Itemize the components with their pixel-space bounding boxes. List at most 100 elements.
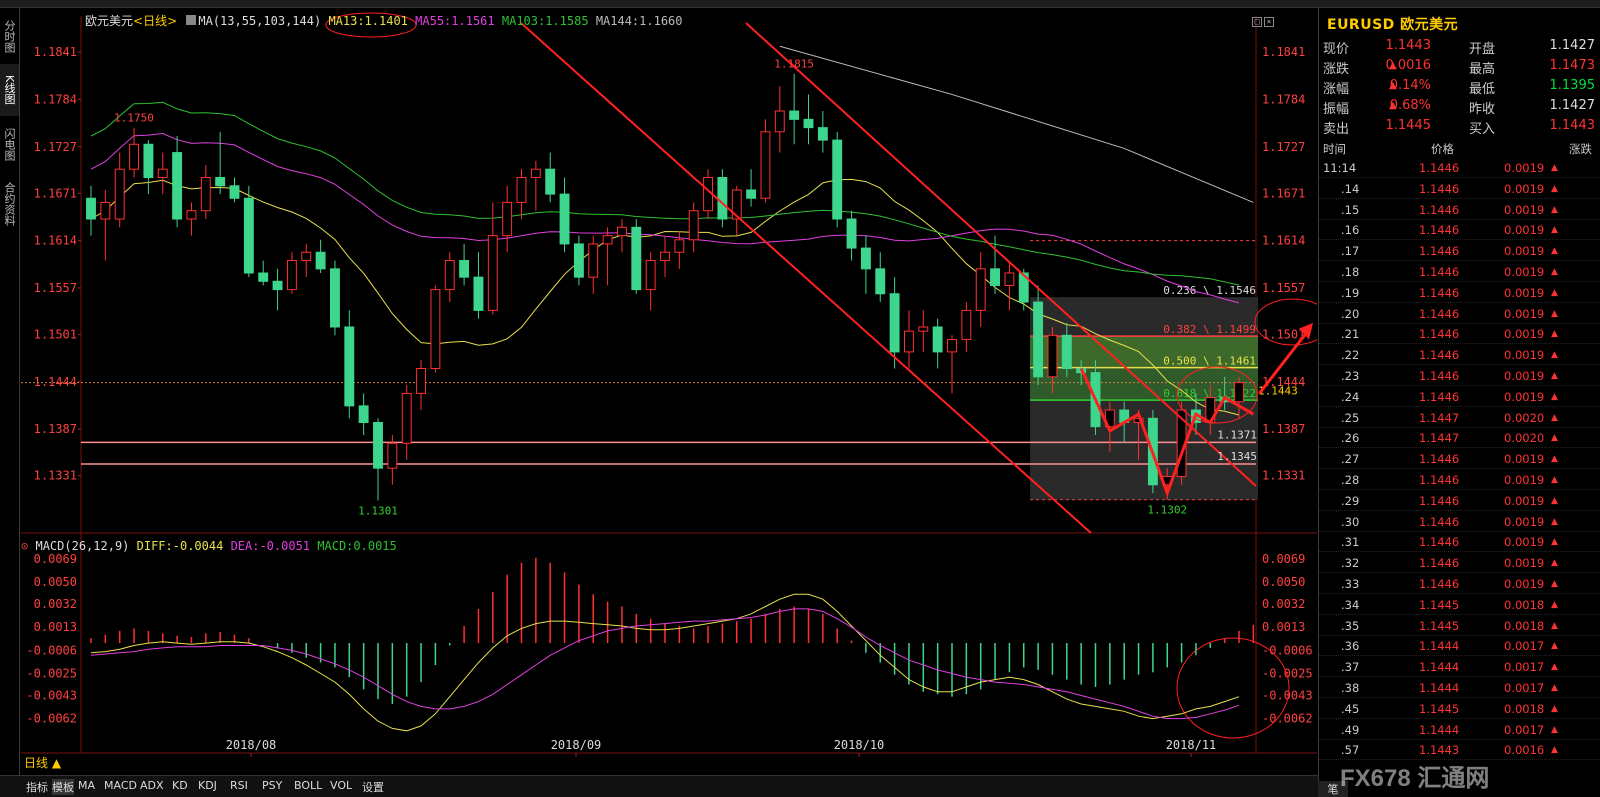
candle-down (172, 152, 183, 220)
tick-row[interactable]: .25 1.1447 0.0020 ▲ (1319, 408, 1600, 428)
candle-up (904, 330, 914, 353)
tick-time: .22 (1341, 348, 1360, 363)
ma144-value: MA144:1.1660 (595, 14, 683, 28)
indicator-tab-4[interactable]: ADX (140, 779, 164, 792)
quote-label: 最高 (1469, 62, 1496, 77)
tab-contract-info[interactable]: 合约资料 (0, 172, 19, 236)
ma-settings-icon[interactable] (186, 15, 197, 25)
candle-down (545, 168, 556, 195)
candle-up (444, 260, 455, 291)
chart-canvas[interactable]: 1.1841 1.1841 1.1784 1.1784 1.1727 1.1727 1.16… (21, 8, 1317, 775)
tick-price: 1.1445 (1419, 618, 1460, 633)
candle-down (258, 272, 269, 282)
tick-row[interactable]: 11:14 1.1446 0.0019 ▲ (1319, 158, 1600, 178)
candle-up (961, 309, 972, 340)
ma-params: MA(13,55,103,144) (198, 14, 322, 28)
y-tick-right: 1.1614 (1262, 234, 1305, 248)
chart-close-icon[interactable]: × (1264, 17, 1274, 27)
tick-row[interactable]: .15 1.1446 0.0019 ▲ (1319, 200, 1600, 220)
indicator-tab-6[interactable]: KDJ (198, 779, 217, 792)
indicator-tab-11[interactable]: 设置 (362, 779, 384, 795)
macd-y-tick-right: 0.0013 (1262, 620, 1305, 634)
y-tick-left: 1.1841 (34, 45, 77, 59)
tick-price: 1.1444 (1419, 660, 1460, 675)
tick-row[interactable]: .22 1.1446 0.0019 ▲ (1319, 345, 1600, 366)
indicator-tab-3[interactable]: MACD (104, 779, 137, 792)
tick-row[interactable]: .33 1.1446 0.0019 ▲ (1319, 574, 1600, 594)
tick-row[interactable]: .21 1.1446 0.0019 ▲ (1319, 324, 1600, 345)
tick-row[interactable]: .34 1.1445 0.0018 ▲ (1319, 595, 1600, 615)
tick-row[interactable]: .30 1.1446 0.0019 ▲ (1319, 512, 1600, 532)
tick-row[interactable]: .37 1.1444 0.0017 ▲ (1319, 657, 1600, 678)
period-selector[interactable]: 日线 ▲ (24, 754, 61, 771)
quote-row: 现价 1.1443 开盘 1.1427 (1319, 38, 1600, 58)
tick-row[interactable]: .49 1.1444 0.0017 ▲ (1319, 720, 1600, 740)
candle-down (358, 405, 369, 423)
up-arrow-icon: ▲ (1551, 662, 1558, 673)
candle-up (114, 168, 125, 220)
tick-row[interactable]: .27 1.1446 0.0019 ▲ (1319, 449, 1600, 470)
y-tick-right: 1.1331 (1262, 469, 1305, 483)
tick-change: 0.0017 (1504, 639, 1545, 654)
tick-time: .31 (1341, 535, 1360, 550)
indicator-tab-2[interactable]: MA (78, 779, 95, 792)
indicator-tab-10[interactable]: VOL (330, 779, 352, 792)
tick-change: 0.0018 (1504, 597, 1545, 612)
up-arrow-icon: ▲ (1551, 163, 1558, 173)
candle-up (1004, 272, 1015, 286)
candle-down (875, 268, 886, 295)
tab-kline-chart[interactable]: K线图 (0, 64, 19, 116)
candle-up (100, 201, 111, 220)
y-tick-left: 1.1444 (34, 375, 77, 389)
tab-flash-chart[interactable]: 闪电图 (0, 118, 19, 170)
tick-row[interactable]: .29 1.1446 0.0019 ▲ (1319, 491, 1600, 511)
tick-change: 0.0019 (1504, 452, 1545, 467)
indicator-tab-8[interactable]: PSY (262, 779, 282, 792)
indicator-tab-7[interactable]: RSI (230, 779, 248, 792)
tick-row[interactable]: .19 1.1446 0.0019 ▲ (1319, 283, 1600, 303)
tick-row[interactable]: .18 1.1446 0.0019 ▲ (1319, 262, 1600, 282)
tick-row[interactable]: .24 1.1446 0.0019 ▲ (1319, 387, 1600, 407)
up-arrow-icon: ▲ (1551, 558, 1558, 569)
candle-down (143, 143, 154, 178)
macd-y-tick-right: 0.0032 (1262, 597, 1305, 611)
quote-value: 1.1427 (1549, 98, 1596, 113)
x-axis-label: 2018/10 (834, 738, 885, 752)
candle-down (846, 218, 857, 249)
tick-row[interactable]: .23 1.1446 0.0019 ▲ (1319, 366, 1600, 386)
macd-y-tick-left: 0.0069 (34, 552, 77, 566)
tick-change: 0.0018 (1504, 618, 1545, 633)
tick-price: 1.1445 (1419, 597, 1460, 612)
tick-change: 0.0020 (1504, 410, 1545, 425)
tick-row[interactable]: .28 1.1446 0.0019 ▲ (1319, 470, 1600, 490)
indicator-tab-9[interactable]: BOLL (294, 779, 322, 792)
tick-price: 1.1446 (1419, 389, 1460, 404)
up-arrow-icon: ▲ (1551, 267, 1558, 277)
y-tick-left: 1.1727 (34, 140, 77, 154)
tick-row[interactable]: .38 1.1444 0.0017 ▲ (1319, 678, 1600, 698)
kline-chart-area[interactable]: 1.1841 1.1841 1.1784 1.1784 1.1727 1.1727 1.16… (21, 8, 1317, 775)
macd-settings-icon[interactable]: ⊙ (21, 539, 28, 553)
tick-time: .45 (1341, 701, 1360, 716)
tick-row[interactable]: .45 1.1445 0.0018 ▲ (1319, 699, 1600, 719)
indicator-tab-5[interactable]: KD (172, 779, 188, 792)
instrument-name: 欧元美元 (85, 14, 134, 28)
tick-row[interactable]: .35 1.1445 0.0018 ▲ (1319, 616, 1600, 636)
quote-value: 1.1443 (1385, 38, 1432, 53)
tick-row[interactable]: .14 1.1446 0.0019 ▲ (1319, 179, 1600, 199)
up-arrow-icon: ▲ (1551, 495, 1558, 506)
tick-row[interactable]: .31 1.1446 0.0019 ▲ (1319, 532, 1600, 553)
tick-row[interactable]: .36 1.1444 0.0017 ▲ (1319, 636, 1600, 657)
price-label: 1.1302 (1147, 504, 1187, 517)
tab-time-chart[interactable]: 分时图 (0, 10, 19, 62)
tick-row[interactable]: .32 1.1446 0.0019 ▲ (1319, 553, 1600, 574)
tick-row[interactable]: .20 1.1446 0.0019 ▲ (1319, 304, 1600, 324)
indicator-tab-0[interactable]: 指标 (26, 779, 48, 795)
chart-maximize-icon[interactable]: □ (1252, 17, 1262, 27)
tick-row[interactable]: .26 1.1447 0.0020 ▲ (1319, 428, 1600, 449)
indicator-tab-1[interactable]: 模板 (52, 779, 74, 795)
tick-change: 0.0019 (1504, 473, 1545, 487)
tick-row[interactable]: .16 1.1446 0.0019 ▲ (1319, 220, 1600, 241)
tick-row[interactable]: .17 1.1446 0.0019 ▲ (1319, 241, 1600, 262)
candle-up (157, 168, 168, 178)
